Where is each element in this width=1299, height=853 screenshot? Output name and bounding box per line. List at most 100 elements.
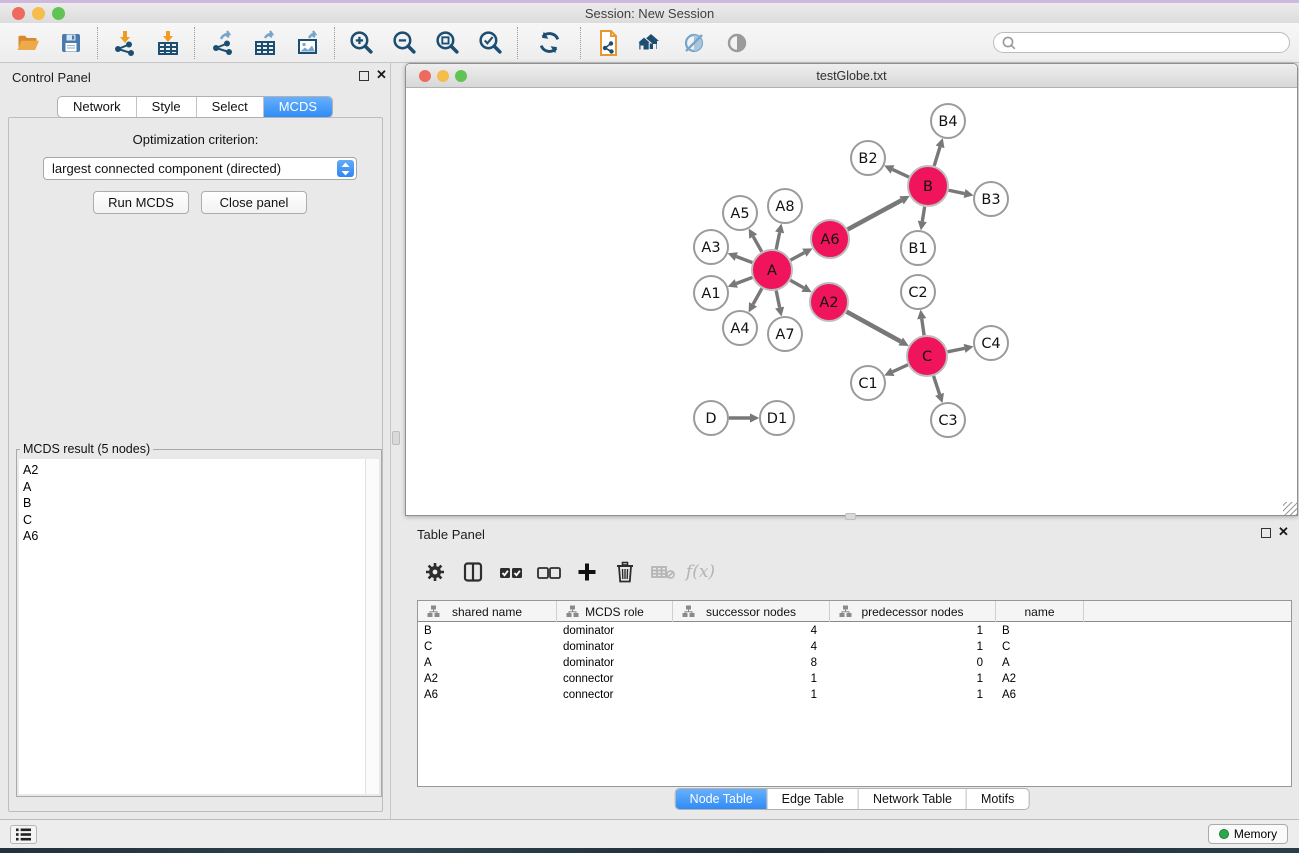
node-D[interactable]: D — [694, 401, 728, 435]
mcds-result-item[interactable]: B — [23, 495, 365, 512]
node-A7[interactable]: A7 — [768, 317, 802, 351]
hide-labels-icon[interactable] — [672, 26, 715, 60]
task-history-list-button[interactable] — [10, 825, 37, 844]
node-B3[interactable]: B3 — [974, 182, 1008, 216]
network-canvas[interactable]: AA1A2A3A4A5A6A7A8BB1B2B3B4CC1C2C3C4DD1 — [406, 88, 1297, 515]
graphics-details-eye-icon[interactable] — [715, 26, 758, 60]
node-C[interactable]: C — [907, 336, 947, 376]
mcds-result-item[interactable]: A6 — [23, 528, 365, 545]
edge-C-C4[interactable] — [948, 348, 965, 351]
edge-B-B4[interactable] — [934, 147, 940, 166]
close-panel-button[interactable]: Close panel — [201, 191, 307, 214]
table-row[interactable]: Cdominator41C — [418, 639, 1291, 655]
edge-B-B2[interactable] — [892, 169, 909, 177]
refresh-layout-icon[interactable] — [523, 26, 575, 60]
node-B4[interactable]: B4 — [931, 104, 965, 138]
network-window-titlebar[interactable]: testGlobe.txt — [406, 64, 1297, 88]
delete-column-trash-icon[interactable] — [609, 557, 640, 588]
table-tab-motifs[interactable]: Motifs — [967, 789, 1028, 809]
node-B1[interactable]: B1 — [901, 231, 935, 265]
node-A3[interactable]: A3 — [694, 230, 728, 264]
edge-C-C3[interactable] — [934, 376, 940, 394]
edge-C-C2[interactable] — [922, 319, 924, 335]
edge-C-C1[interactable] — [893, 365, 908, 372]
column-header-name[interactable]: name — [996, 601, 1084, 622]
network-resize-grip[interactable] — [1283, 502, 1297, 515]
node-A2[interactable]: A2 — [810, 283, 848, 321]
edge-A6-B[interactable] — [848, 200, 902, 229]
network-minimize-button[interactable] — [437, 70, 449, 82]
float-table-panel-icon[interactable] — [1261, 528, 1271, 538]
table-row[interactable]: Bdominator41B — [418, 623, 1291, 639]
run-mcds-button[interactable]: Run MCDS — [93, 191, 189, 214]
mcds-result-item[interactable]: A — [23, 479, 365, 496]
node-A[interactable]: A — [752, 250, 792, 290]
mcds-result-scrollbar[interactable] — [365, 459, 379, 794]
node-B2[interactable]: B2 — [851, 141, 885, 175]
zoom-selected-icon[interactable] — [469, 26, 512, 60]
node-D1[interactable]: D1 — [760, 401, 794, 435]
table-tab-network-table[interactable]: Network Table — [859, 789, 967, 809]
node-C2[interactable]: C2 — [901, 275, 935, 309]
float-panel-icon[interactable] — [359, 71, 369, 81]
edge-A2-C[interactable] — [847, 312, 901, 342]
search-input[interactable] — [993, 32, 1290, 53]
home-icon[interactable] — [629, 26, 672, 60]
close-table-panel-icon[interactable]: ✕ — [1278, 525, 1289, 539]
import-network-icon[interactable] — [103, 26, 146, 60]
edge-A-A2[interactable] — [790, 280, 803, 288]
table-row[interactable]: A6connector11A6 — [418, 687, 1291, 703]
column-panel-icon[interactable] — [457, 557, 488, 588]
edge-A-A8[interactable] — [776, 232, 779, 249]
export-table-icon[interactable] — [243, 26, 286, 60]
save-session-icon[interactable] — [49, 26, 92, 60]
close-window-button[interactable] — [12, 7, 25, 20]
edge-A-A3[interactable] — [736, 257, 752, 263]
column-header-successor-nodes[interactable]: successor nodes — [673, 601, 830, 622]
node-A6[interactable]: A6 — [811, 220, 849, 258]
import-table-icon[interactable] — [146, 26, 189, 60]
tab-mcds[interactable]: MCDS — [264, 97, 332, 117]
table-row[interactable]: A2connector11A2 — [418, 671, 1291, 687]
optimization-criterion-select[interactable]: largest connected component (directed) — [43, 157, 357, 180]
export-network-icon[interactable] — [200, 26, 243, 60]
zoom-in-icon[interactable] — [340, 26, 383, 60]
network-close-button[interactable] — [419, 70, 431, 82]
edge-A-A1[interactable] — [736, 277, 752, 283]
edge-A-A4[interactable] — [753, 288, 762, 304]
zoom-fit-icon[interactable] — [426, 26, 469, 60]
node-A4[interactable]: A4 — [723, 311, 757, 345]
minimize-window-button[interactable] — [32, 7, 45, 20]
table-tab-edge-table[interactable]: Edge Table — [768, 789, 859, 809]
memory-button[interactable]: Memory — [1208, 824, 1288, 844]
network-horizontal-scrollbar-thumb[interactable] — [845, 513, 856, 520]
deselect-all-checkboxes-icon[interactable] — [533, 557, 564, 588]
column-header-predecessor-nodes[interactable]: predecessor nodes — [830, 601, 996, 622]
tab-select[interactable]: Select — [197, 97, 264, 117]
table-tab-node-table[interactable]: Node Table — [676, 789, 768, 809]
node-A5[interactable]: A5 — [723, 196, 757, 230]
mcds-result-list[interactable]: A2ABCA6 — [19, 459, 365, 794]
add-column-icon[interactable] — [571, 557, 602, 588]
edge-A-A6[interactable] — [791, 253, 805, 260]
node-A8[interactable]: A8 — [768, 189, 802, 223]
edge-A-A7[interactable] — [776, 291, 779, 308]
session-file-icon[interactable] — [586, 26, 629, 60]
network-zoom-button[interactable] — [455, 70, 467, 82]
column-header-shared-name[interactable]: shared name — [418, 601, 557, 622]
node-C4[interactable]: C4 — [974, 326, 1008, 360]
column-header-MCDS-role[interactable]: MCDS role — [557, 601, 673, 622]
open-folder-icon[interactable] — [6, 26, 49, 60]
edge-B-B3[interactable] — [949, 190, 965, 193]
network-vertical-scrollbar-thumb[interactable] — [392, 431, 400, 445]
export-image-icon[interactable] — [286, 26, 329, 60]
node-C1[interactable]: C1 — [851, 366, 885, 400]
zoom-out-icon[interactable] — [383, 26, 426, 60]
node-C3[interactable]: C3 — [931, 403, 965, 437]
node-B[interactable]: B — [908, 166, 948, 206]
network-graph[interactable]: AA1A2A3A4A5A6A7A8BB1B2B3B4CC1C2C3C4DD1 — [406, 88, 1297, 515]
close-panel-icon[interactable]: ✕ — [376, 68, 387, 82]
select-all-checkboxes-icon[interactable] — [495, 557, 526, 588]
tab-network[interactable]: Network — [58, 97, 137, 117]
zoom-window-button[interactable] — [52, 7, 65, 20]
